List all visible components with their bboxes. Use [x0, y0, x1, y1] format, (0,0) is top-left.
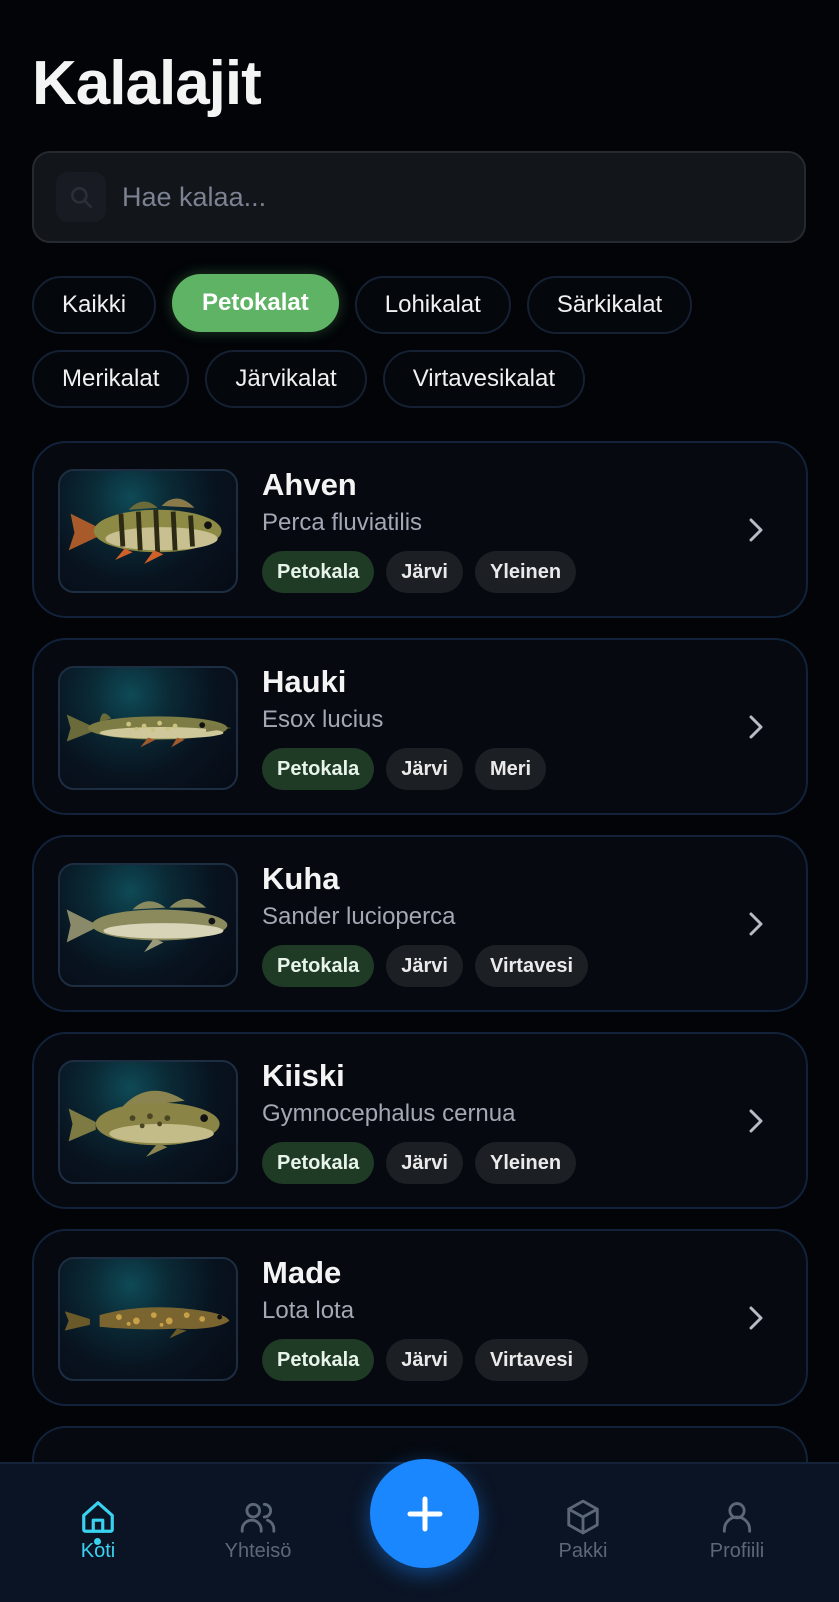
filter-chip-sarkikalat[interactable]: Särkikalat: [526, 276, 693, 334]
fish-card-ahven[interactable]: Ahven Perca fluviatilis Petokala Järvi Y…: [32, 441, 808, 618]
fish-latin-name: Gymnocephalus cernua: [262, 1100, 516, 1127]
tag-category: Petokala: [262, 1142, 375, 1184]
plus-icon: [407, 1496, 442, 1531]
fish-latin-name: Lota lota: [262, 1297, 355, 1324]
nav-item-yhteiso[interactable]: Yhteisö: [198, 1498, 318, 1563]
fish-latin-name: Esox lucius: [262, 706, 384, 733]
fish-image: [58, 1060, 238, 1184]
search-input[interactable]: [120, 180, 804, 214]
tag-habitat: Järvi: [386, 551, 463, 593]
fish-name: Hauki: [262, 664, 347, 699]
tag-extra: Yleinen: [474, 551, 577, 593]
fish-card-made[interactable]: Made Lota lota Petokala Järvi Virtavesi: [32, 1229, 808, 1406]
nav-label: Profiili: [709, 1540, 765, 1562]
tag-extra: Yleinen: [474, 1142, 577, 1184]
fish-image: [58, 1257, 238, 1381]
chevron-right-icon: [749, 715, 763, 739]
fish-latin-name: Sander lucioperca: [262, 903, 456, 930]
chevron-right-icon: [749, 1306, 763, 1330]
tag-habitat: Järvi: [386, 1142, 463, 1184]
fish-card-kuha[interactable]: Kuha Sander lucioperca Petokala Järvi Vi…: [32, 835, 808, 1012]
home-icon: [82, 1501, 114, 1533]
tag-extra: Virtavesi: [474, 1339, 589, 1381]
fish-image: [58, 469, 238, 593]
fish-image: [58, 666, 238, 790]
fish-tags: Petokala Järvi Yleinen: [262, 1142, 577, 1184]
fish-name: Kuha: [262, 861, 340, 896]
search-bar[interactable]: [32, 151, 806, 243]
filter-chip-virtavesikalat[interactable]: Virtavesikalat: [382, 350, 586, 408]
box-icon: [567, 1499, 599, 1535]
fish-list: Ahven Perca fluviatilis Petokala Järvi Y…: [32, 441, 808, 1506]
filter-chip-jarvikalat[interactable]: Järvikalat: [205, 350, 367, 408]
users-icon: [240, 1502, 276, 1533]
nav-item-profiili[interactable]: Profiili: [677, 1498, 797, 1563]
fish-card-kiiski[interactable]: Kiiski Gymnocephalus cernua Petokala Jär…: [32, 1032, 808, 1209]
filter-chips: Kaikki Petokalat Lohikalat Särkikalat Me…: [32, 274, 822, 408]
filter-chip-merikalat[interactable]: Merikalat: [32, 350, 190, 408]
fish-card-hauki[interactable]: Hauki Esox lucius Petokala Järvi Meri: [32, 638, 808, 815]
filter-chip-lohikalat[interactable]: Lohikalat: [354, 276, 511, 334]
fish-image: [58, 863, 238, 987]
chevron-right-icon: [749, 912, 763, 936]
fish-latin-name: Perca fluviatilis: [262, 509, 423, 536]
nav-label: Yhteisö: [224, 1540, 292, 1562]
tag-category: Petokala: [262, 748, 375, 790]
tag-category: Petokala: [262, 1339, 375, 1381]
filter-chip-petokalat[interactable]: Petokalat: [172, 274, 339, 332]
fish-tags: Petokala Järvi Virtavesi: [262, 945, 589, 987]
chevron-right-icon: [749, 1109, 763, 1133]
tag-habitat: Järvi: [386, 1339, 463, 1381]
nav-label: Pakki: [558, 1540, 608, 1562]
chevron-right-icon: [749, 518, 763, 542]
fish-name: Kiiski: [262, 1058, 345, 1093]
tag-habitat: Järvi: [386, 945, 463, 987]
fish-name: Made: [262, 1255, 342, 1290]
user-icon: [722, 1502, 752, 1533]
add-button[interactable]: [370, 1459, 479, 1568]
tag-category: Petokala: [262, 945, 375, 987]
page-title: Kalalajit: [32, 49, 262, 118]
fish-tags: Petokala Järvi Virtavesi: [262, 1339, 589, 1381]
active-indicator: [94, 1538, 101, 1545]
tag-category: Petokala: [262, 551, 375, 593]
tag-extra: Virtavesi: [474, 945, 589, 987]
nav-item-koti[interactable]: Koti: [38, 1498, 158, 1563]
nav-item-pakki[interactable]: Pakki: [523, 1498, 643, 1563]
fish-tags: Petokala Järvi Yleinen: [262, 551, 577, 593]
fish-name: Ahven: [262, 467, 357, 502]
tag-extra: Meri: [474, 748, 547, 790]
search-icon[interactable]: [56, 172, 106, 222]
fish-tags: Petokala Järvi Meri: [262, 748, 547, 790]
filter-chip-kaikki[interactable]: Kaikki: [32, 276, 157, 334]
tag-habitat: Järvi: [386, 748, 463, 790]
